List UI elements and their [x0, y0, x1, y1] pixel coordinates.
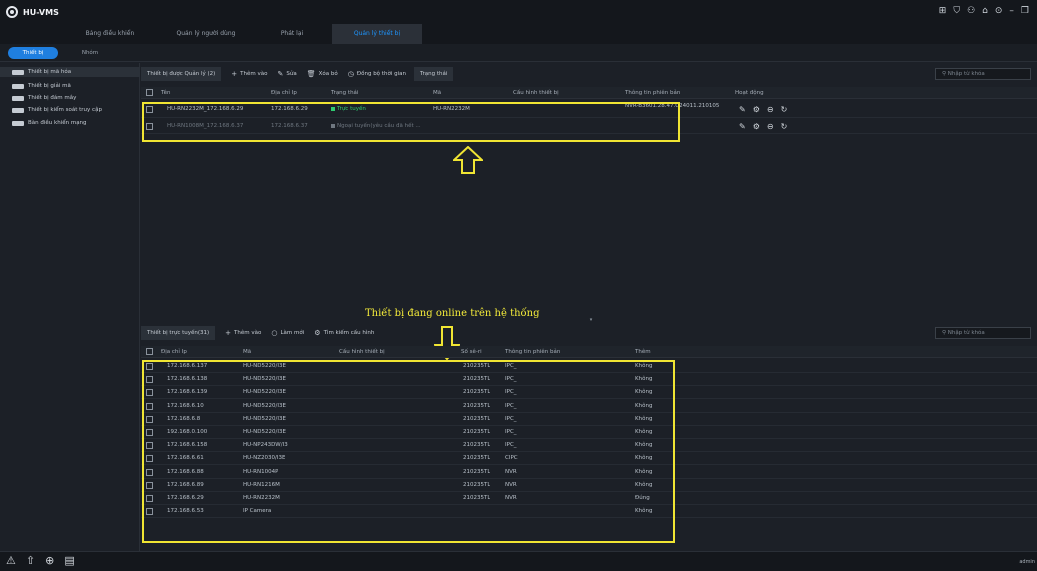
device-icon [12, 83, 24, 89]
sidebar-item-label: Thiết bị đám mây [28, 95, 77, 101]
sidebar-item-label: Thiết bị kiểm soát truy cập [28, 107, 102, 113]
highlight-box [142, 360, 675, 543]
sidebar-item-cloud[interactable]: Thiết bị đám mây [12, 93, 76, 103]
add-button[interactable]: + Thêm vào [231, 67, 267, 81]
sync-time-button[interactable]: ◷ Đồng bộ thời gian [348, 67, 406, 81]
plus-icon: + [225, 329, 232, 337]
column-header[interactable]: Trạng thái [331, 87, 358, 99]
table-header: Địa chỉ Ip Mã Cấu hình thiết bị Số sê-ri… [141, 346, 1037, 358]
column-header[interactable]: Địa chỉ Ip [271, 87, 297, 99]
edit-icon[interactable]: ✎ [739, 122, 746, 131]
plus-icon: + [231, 70, 238, 78]
column-header[interactable]: Tên [161, 87, 170, 99]
keyboard-icon [12, 120, 24, 126]
trash-icon: 🗑 [306, 70, 316, 78]
sidebar-item-access-control[interactable]: Thiết bị kiểm soát truy cập [12, 105, 102, 115]
settings-icon[interactable]: ⚙ [753, 122, 760, 131]
restore-icon[interactable]: ❐ [1021, 6, 1029, 16]
status-button[interactable]: Trạng thái [413, 67, 454, 81]
window-controls: ⊞ ⛉ ⚇ ⌂ ⊙ – ❐ [939, 6, 1029, 16]
refresh-icon[interactable]: ↻ [781, 105, 788, 114]
layout-icon[interactable]: ⊞ [939, 6, 947, 16]
column-header[interactable]: Mã [243, 346, 251, 358]
arrow-up-icon [453, 146, 483, 174]
edit-icon[interactable]: ✎ [739, 105, 746, 114]
refresh-icon[interactable]: ↻ [781, 122, 788, 131]
person-icon[interactable]: ⚇ [967, 6, 975, 16]
online-add-button[interactable]: + Thêm vào [225, 326, 261, 340]
tab-playback[interactable]: Phát lại [252, 24, 332, 44]
column-header[interactable]: Mã [433, 87, 441, 99]
clipboard-icon[interactable]: ▤ [64, 554, 74, 567]
online-title[interactable]: Thiết bị trực tuyến(31) [141, 326, 216, 340]
clock-icon: ◷ [347, 70, 354, 78]
settings-icon[interactable]: ⚙ [753, 105, 760, 114]
gear-icon: ⚙ [314, 329, 321, 337]
edit-button[interactable]: ✎ Sửa [278, 67, 297, 81]
help-icon[interactable]: ⊙ [995, 6, 1003, 16]
column-header[interactable]: Hoạt động [735, 87, 764, 99]
annotation-text: Thiết bị đang online trên hệ thống [365, 308, 540, 319]
device-icon [12, 69, 24, 75]
sidebar-item-network-keyboard[interactable]: Bàn điều khiển mạng [12, 118, 87, 128]
panel-splitter[interactable]: ▾ [576, 317, 606, 323]
row-actions: ✎ ⚙ ⊖ ↻ [739, 120, 787, 133]
remove-icon[interactable]: ⊖ [767, 105, 774, 114]
pencil-icon: ✎ [277, 70, 284, 78]
device-icon [12, 95, 24, 101]
column-header[interactable]: Số sê-ri [461, 346, 482, 358]
main-tabs: Bảng điều khiển Quản lý người dùng Phát … [60, 24, 422, 44]
logo-icon [6, 6, 18, 18]
sub-tab-bar: Thiết bị Nhóm [0, 44, 1037, 62]
device-icon [12, 107, 24, 113]
column-header[interactable]: Thông tin phiên bản [505, 346, 560, 358]
column-header[interactable]: Cấu hình thiết bị [339, 346, 385, 358]
status-icons: ⚠ ⇧ ⊕ ▤ [6, 554, 75, 567]
subtab-devices[interactable]: Thiết bị [8, 47, 58, 59]
online-toolbar: Thiết bị trực tuyến(31) + Thêm vào ○ Làm… [141, 324, 1037, 342]
sidebar-item-label: Thiết bị giải mã [28, 83, 71, 89]
remove-icon[interactable]: ⊖ [767, 122, 774, 131]
column-header[interactable]: Thông tin phiên bản [625, 87, 680, 99]
select-all-checkbox[interactable] [146, 89, 153, 96]
tab-device-management[interactable]: Quản lý thiết bị [332, 24, 422, 44]
table-header: Tên Địa chỉ Ip Trạng thái Mã Cấu hình th… [141, 87, 1037, 99]
sidebar: Thiết bị mã hóa Thiết bị giải mã Thiết b… [0, 63, 140, 551]
minimize-icon[interactable]: – [1009, 6, 1014, 16]
tab-dashboard[interactable]: Bảng điều khiển [60, 24, 160, 44]
row-actions: ✎ ⚙ ⊖ ↻ [739, 103, 787, 116]
tab-user-management[interactable]: Quản lý người dùng [160, 24, 252, 44]
column-header[interactable]: Thêm [635, 346, 651, 358]
sidebar-item-encoders[interactable]: Thiết bị mã hóa [0, 67, 140, 77]
gift-icon[interactable]: ⛉ [953, 6, 960, 16]
refresh-icon: ○ [271, 329, 278, 337]
column-header[interactable]: Địa chỉ Ip [161, 346, 187, 358]
alarm-icon[interactable]: ⚠ [6, 554, 16, 567]
online-search-input[interactable]: ⚲ Nhập từ khóa [935, 327, 1031, 339]
status-bar: ⚠ ⇧ ⊕ ▤ admin [0, 551, 1037, 571]
sidebar-item-decoders[interactable]: Thiết bị giải mã [12, 81, 71, 91]
managed-toolbar: Thiết bị được Quản lý (2) + Thêm vào ✎ S… [141, 65, 1037, 83]
title-bar: HU-VMS Bảng điều khiển Quản lý người dùn… [0, 0, 1037, 44]
column-header[interactable]: Cấu hình thiết bị [513, 87, 559, 99]
upload-icon[interactable]: ⇧ [26, 554, 35, 567]
search-config-button[interactable]: ⚙ Tìm kiếm cấu hình [314, 326, 374, 340]
delete-button[interactable]: 🗑 Xóa bỏ [307, 67, 338, 81]
select-all-checkbox[interactable] [146, 348, 153, 355]
download-icon[interactable]: ⊕ [45, 554, 54, 567]
sidebar-item-label: Thiết bị mã hóa [28, 69, 72, 75]
lock-icon[interactable]: ⌂ [982, 6, 988, 16]
app-title: HU-VMS [23, 7, 59, 17]
current-user: admin [1019, 559, 1035, 565]
highlight-box [142, 102, 680, 142]
subtab-groups[interactable]: Nhóm [70, 47, 110, 59]
app-window: HU-VMS Bảng điều khiển Quản lý người dùn… [0, 0, 1037, 571]
sidebar-item-label: Bàn điều khiển mạng [28, 120, 87, 126]
app-logo: HU-VMS [6, 6, 59, 18]
refresh-button[interactable]: ○ Làm mới [271, 326, 304, 340]
managed-search-input[interactable]: ⚲ Nhập từ khóa [935, 68, 1031, 80]
managed-title[interactable]: Thiết bị được Quản lý (2) [141, 67, 222, 81]
